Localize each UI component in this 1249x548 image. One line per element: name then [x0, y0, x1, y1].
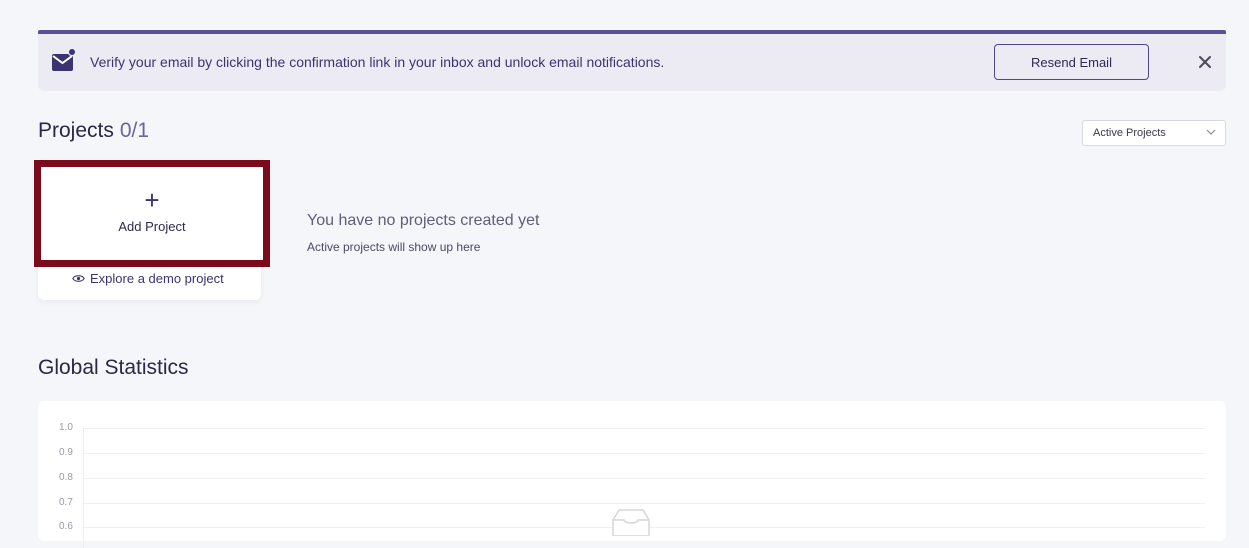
plus-icon: + [144, 185, 160, 215]
banner-message: Verify your email by clicking the confir… [90, 54, 665, 70]
y-tick-label: 1.0 [59, 422, 73, 433]
grid-line [83, 478, 1205, 479]
verify-email-banner: Verify your email by clicking the confir… [38, 30, 1226, 91]
projects-title: Projects [38, 119, 114, 142]
close-icon[interactable] [1197, 54, 1213, 70]
empty-projects-subtitle: Active projects will show up here [307, 240, 481, 254]
global-statistics-panel: 1.0 0.9 0.8 0.7 0.6 [38, 401, 1226, 548]
global-statistics-heading: Global Statistics [38, 356, 189, 379]
projects-heading: Projects 0/1 [38, 119, 149, 143]
project-filter-value: Active Projects [1093, 127, 1166, 139]
mail-notification-icon [52, 48, 77, 71]
empty-inbox-icon [612, 509, 650, 536]
y-tick-label: 0.7 [59, 497, 73, 508]
grid-line [83, 428, 1205, 429]
grid-line [83, 453, 1205, 454]
add-project-button[interactable]: + Add Project [34, 160, 270, 267]
grid-line [83, 503, 1205, 504]
y-axis-line [83, 428, 84, 548]
projects-count: 0/1 [119, 119, 150, 142]
explore-demo-link[interactable]: Explore a demo project [72, 271, 224, 286]
project-filter-select[interactable]: Active Projects [1082, 120, 1226, 146]
resend-email-button[interactable]: Resend Email [994, 44, 1149, 80]
y-tick-label: 0.9 [59, 447, 73, 458]
eye-icon [72, 275, 85, 282]
y-tick-label: 0.6 [59, 521, 73, 532]
chevron-down-icon [1206, 129, 1216, 135]
y-tick-label: 0.8 [59, 472, 73, 483]
explore-demo-label: Explore a demo project [90, 271, 224, 286]
add-project-label: Add Project [118, 219, 186, 234]
empty-projects-title: You have no projects created yet [307, 212, 540, 229]
